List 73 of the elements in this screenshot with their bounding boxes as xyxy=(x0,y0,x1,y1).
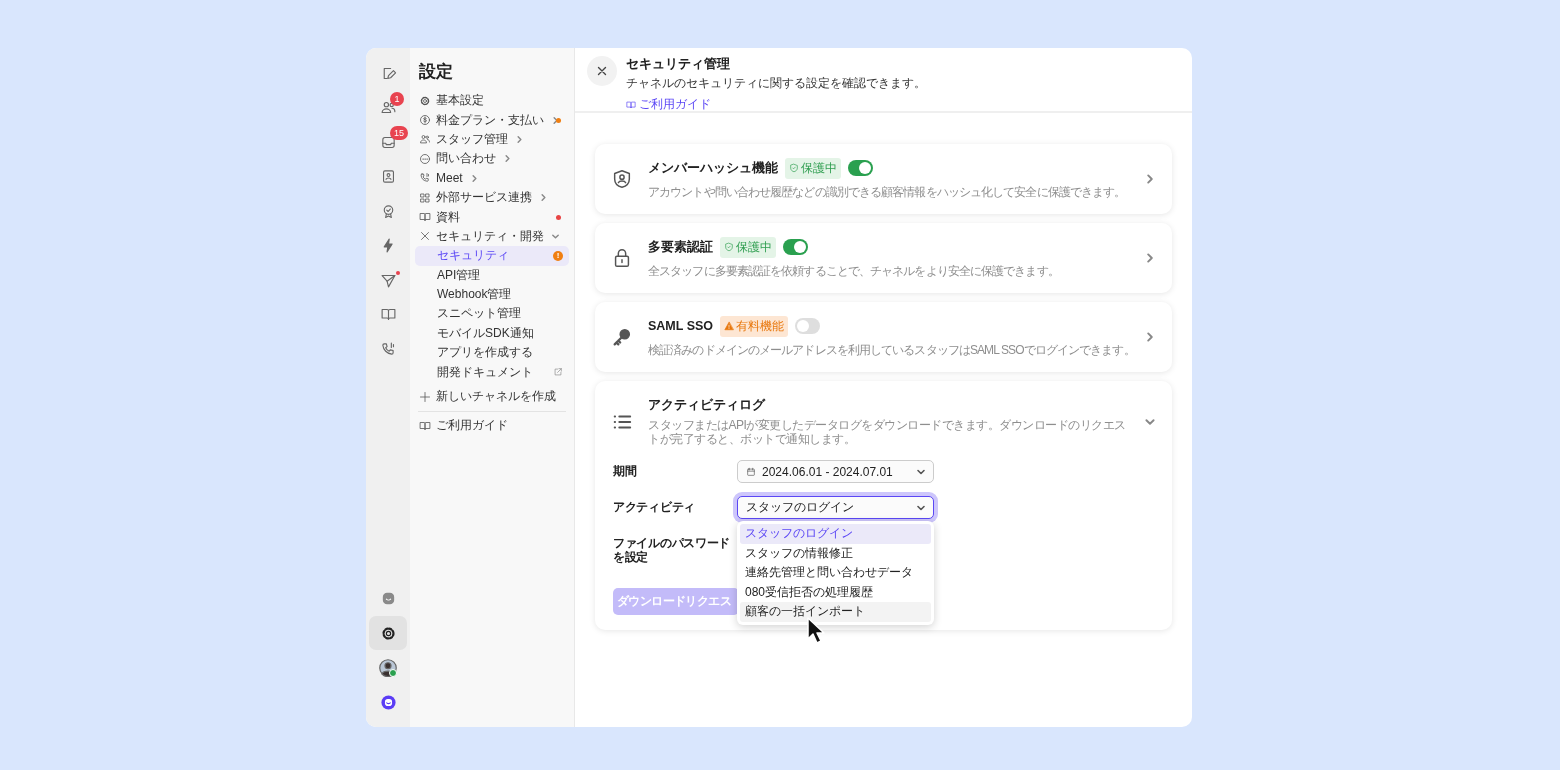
phone-icon xyxy=(419,172,431,185)
field-label: アクティビティ xyxy=(613,499,696,514)
guide-link[interactable]: ご利用ガイド xyxy=(626,96,711,113)
submenu-item[interactable]: API管理 xyxy=(415,265,569,285)
setting-title: 多要素認証 xyxy=(648,238,713,256)
setting-description: アカウントや問い合わせ履歴などの識別できる顧客情報をハッシュ化して安全に保護できます。 xyxy=(648,183,1127,201)
logo-icon xyxy=(379,693,397,711)
book-icon xyxy=(626,99,636,110)
toggle-switch[interactable] xyxy=(783,239,808,255)
menu-item[interactable]: 基本設定 xyxy=(415,91,569,111)
chevron-right-icon xyxy=(1144,331,1156,343)
dropdown-option[interactable]: 連絡先管理と問い合わせデータ xyxy=(740,563,931,583)
shield-person-icon xyxy=(611,168,633,190)
submenu-item[interactable]: セキュリティ ! xyxy=(415,246,569,266)
menu-item[interactable]: セキュリティ・開発 xyxy=(415,226,569,247)
dropdown-option[interactable]: 080受信拒否の処理履歴 xyxy=(740,582,931,602)
count-badge: 1 xyxy=(390,91,404,106)
page-title: セキュリティ管理 xyxy=(626,56,731,72)
submenu-item[interactable]: アプリを作成する xyxy=(415,343,569,363)
toggle-switch[interactable] xyxy=(848,160,873,176)
book-icon xyxy=(419,211,431,224)
dropdown-option[interactable]: 顧客の一括インポート xyxy=(740,602,931,622)
phone-icon xyxy=(379,340,397,358)
submenu-item[interactable]: モバイルSDK通知 xyxy=(415,323,569,344)
field-label: 期間 xyxy=(613,463,638,478)
setting-description: 検証済みのドメインのメールアドレスを利用しているスタッフはSAML SSOでログインできます。 xyxy=(648,341,1136,359)
count-badge: 15 xyxy=(390,126,408,140)
calendar-icon xyxy=(746,466,756,477)
menu-item[interactable]: スタッフ管理 xyxy=(415,129,569,150)
dropdown-option[interactable]: スタッフの情報修正 xyxy=(740,543,931,563)
setting-card[interactable]: 多要素認証 保護中 全スタッフに多要素認証を依頼することで、チャネルをより安全に保護できます。 xyxy=(595,223,1172,293)
grid-icon xyxy=(419,191,431,204)
inbox-button[interactable]: 15 xyxy=(369,125,407,159)
submenu-item[interactable]: Webhook管理 xyxy=(415,284,569,305)
people-button[interactable]: 1 xyxy=(369,90,407,125)
plus-icon xyxy=(419,390,431,403)
setting-card[interactable]: SAML SSO 有料機能 検証済みのドメインのメールアドレスを利用しているスタッフはSAML SSOでログインできます。 xyxy=(595,302,1172,372)
chevron-right-icon xyxy=(1144,252,1156,264)
menu-item[interactable]: 料金プラン・支払い xyxy=(415,110,569,130)
status-badge: 保護中 xyxy=(785,157,841,179)
gear-icon xyxy=(419,94,431,107)
key-icon xyxy=(611,326,633,348)
alert-badge: ! xyxy=(553,250,563,261)
people-icon xyxy=(379,99,397,116)
setting-title: SAML SSO xyxy=(648,319,714,333)
book-icon xyxy=(419,419,431,432)
setting-title: メンバーハッシュ機能 xyxy=(648,159,778,177)
field-label: ファイルのパスワードを設定 xyxy=(613,535,731,564)
book-icon xyxy=(379,306,397,323)
chevron-right-icon xyxy=(1144,173,1156,185)
menu-item[interactable]: 問い合わせ xyxy=(415,149,569,169)
menu-item[interactable]: 資料 xyxy=(415,207,569,227)
section-description: スタッフまたはAPIが変更したデータログをダウンロードできます。ダウンロードのリクエストが完了すると、ボットで通知します。 xyxy=(648,418,1127,446)
date-range-dropdown[interactable]: 2024.06.01 - 2024.07.01 xyxy=(737,460,934,483)
dropdown-option[interactable]: スタッフのログイン xyxy=(740,524,931,544)
toggle-switch[interactable] xyxy=(795,318,821,334)
people-icon xyxy=(419,133,431,146)
submenu-item[interactable]: スニペット管理 xyxy=(415,304,569,324)
menu-item[interactable]: 外部サービス連携 xyxy=(415,187,569,208)
dollar-icon xyxy=(419,114,431,127)
submenu-item[interactable]: 開発ドキュメント xyxy=(415,362,569,382)
section-title: アクティビティログ xyxy=(648,397,767,414)
setting-description: 全スタッフに多要素認証を依頼することで、チャネルをより安全に保護できます。 xyxy=(648,262,1060,280)
menu-item[interactable]: Meet xyxy=(415,168,569,188)
settings-button[interactable] xyxy=(369,616,407,650)
guide-item[interactable]: ご利用ガイド xyxy=(415,416,569,436)
status-badge: 保護中 xyxy=(720,236,776,258)
setting-card[interactable]: メンバーハッシュ機能 保護中 アカウントや問い合わせ履歴などの識別できる顧客情報をハッシュ化して安全に保護できます。 xyxy=(595,144,1172,214)
chat-bubble-icon xyxy=(419,152,431,165)
status-badge: 有料機能 xyxy=(720,315,789,337)
page-description: チャネルのセキュリティに関する設定を確認できます。 xyxy=(626,75,926,92)
sidebar-title: 設定 xyxy=(418,61,454,83)
create-channel-item[interactable]: 新しいチャネルを作成 xyxy=(415,386,569,407)
